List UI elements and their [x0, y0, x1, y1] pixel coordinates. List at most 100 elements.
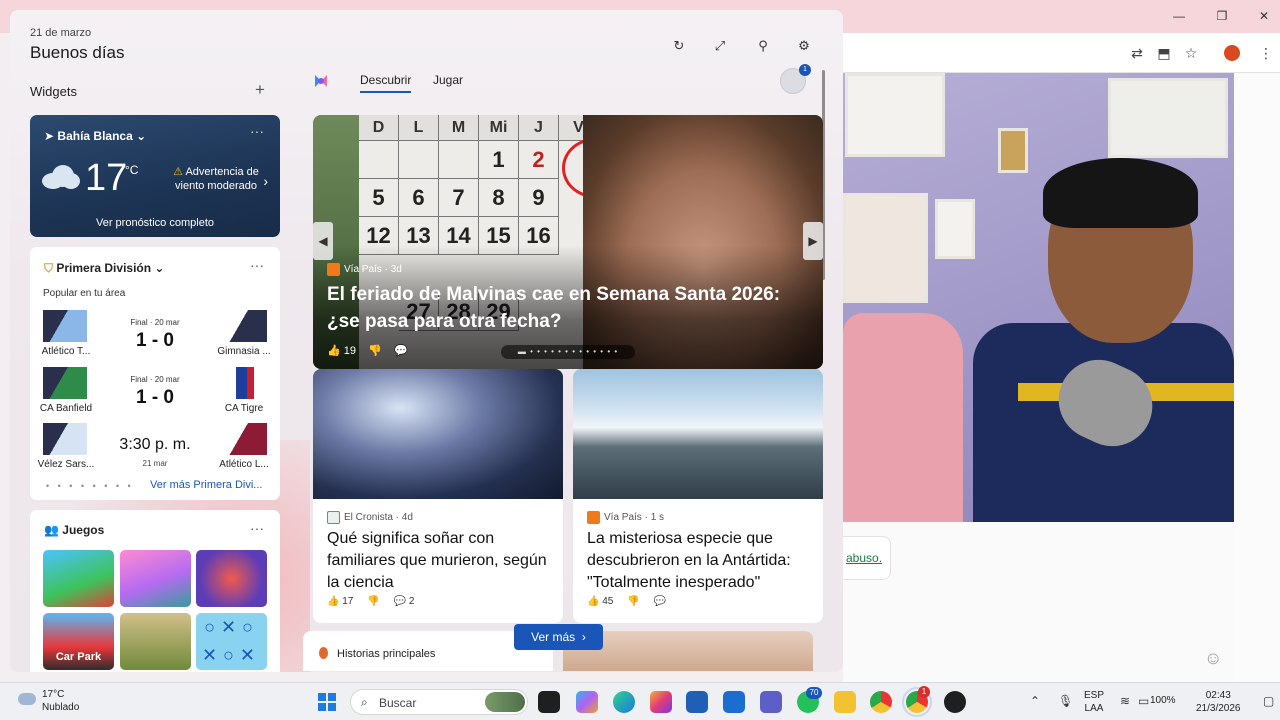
league-title[interactable]: ⛉ Primera División ⌄: [44, 261, 164, 276]
more-options-icon[interactable]: ···: [250, 123, 264, 139]
page-content: [843, 522, 1234, 682]
refresh-icon[interactable]: ↻: [670, 37, 688, 55]
home-team: Atlético T...: [41, 346, 91, 357]
edge-icon[interactable]: [613, 691, 635, 713]
match-score: 1 - 0: [135, 330, 175, 351]
minimize-button[interactable]: —: [1165, 9, 1193, 23]
previous-arrow-icon[interactable]: ◀: [313, 222, 333, 260]
emoji-icon[interactable]: ☺: [1204, 648, 1222, 669]
teams-icon[interactable]: [760, 691, 782, 713]
flame-icon: [319, 647, 328, 659]
match-row[interactable]: Vélez Sars... Atlético L... 3:30 p. m. 2…: [38, 423, 269, 471]
notifications-icon[interactable]: ▢: [1263, 694, 1274, 708]
install-icon[interactable]: ⬒: [1155, 44, 1173, 62]
wifi-icon[interactable]: ≋: [1120, 694, 1130, 708]
league-logo-icon: ⛉: [44, 261, 54, 275]
game-tile[interactable]: [120, 613, 191, 670]
match-time: 3:30 p. m.: [119, 436, 191, 453]
team-crest: [223, 367, 267, 399]
location-arrow-icon: ➤: [44, 129, 55, 143]
hero-source[interactable]: Vía País · 3d: [327, 263, 402, 276]
microphone-icon[interactable]: 🎙: [1058, 694, 1073, 708]
more-options-icon[interactable]: ···: [250, 520, 264, 536]
weather-alert[interactable]: ⚠ Advertencia de viento moderado: [166, 165, 266, 193]
profile-avatar[interactable]: [1224, 45, 1240, 61]
see-more-league-link[interactable]: Ver más Primera Divi...: [150, 479, 262, 491]
settings-gear-icon[interactable]: ⚙: [795, 37, 813, 55]
thumbs-down-icon[interactable]: 👎: [367, 596, 379, 607]
pin-icon[interactable]: ⚲: [754, 37, 772, 55]
source-logo-icon: [327, 511, 340, 524]
thumbs-up-icon[interactable]: 👍: [327, 596, 339, 607]
translate-icon[interactable]: ⇄: [1128, 44, 1146, 62]
thumbs-down-icon[interactable]: 👎: [368, 345, 382, 357]
news-card[interactable]: Vía País · 1 s La misteriosa especie que…: [573, 369, 823, 623]
comment-icon[interactable]: 💬: [654, 596, 666, 607]
abuse-link[interactable]: abuso.: [837, 536, 891, 580]
story-title[interactable]: Qué significa soñar con familiares que m…: [327, 528, 555, 594]
pagination-dots[interactable]: • • • • • • • •: [46, 481, 134, 491]
thumbs-down-icon[interactable]: 👎: [627, 596, 639, 607]
hero-title[interactable]: El feriado de Malvinas cae en Semana San…: [327, 281, 807, 335]
bookmark-star-icon[interactable]: ☆: [1182, 44, 1200, 62]
outlook-icon[interactable]: [723, 691, 745, 713]
chevron-down-icon: ⌄: [136, 129, 147, 143]
game-tile[interactable]: Car Park: [43, 613, 114, 670]
file-explorer-icon[interactable]: [834, 691, 856, 713]
show-hidden-icons[interactable]: ⌃: [1030, 694, 1040, 708]
widgets-label: Widgets: [30, 84, 77, 99]
thumbs-up-icon[interactable]: 👍: [587, 596, 599, 607]
news-card[interactable]: El Cronista · 4d Qué significa soñar con…: [313, 369, 563, 623]
team-crest: [43, 423, 87, 455]
battery-icon[interactable]: ▭: [1138, 694, 1149, 708]
chevron-down-icon: ⌄: [154, 261, 165, 275]
team-crest: [43, 310, 87, 342]
story-source[interactable]: El Cronista · 4d: [327, 511, 413, 524]
close-button[interactable]: ✕: [1250, 9, 1278, 23]
comment-icon[interactable]: 💬: [394, 345, 408, 357]
browser-menu-icon[interactable]: ⋮: [1257, 44, 1275, 62]
hero-reactions: 👍 19 👎 💬: [327, 345, 408, 357]
story-reactions: 👍 17 👎 💬 2: [327, 596, 415, 607]
chrome-icon[interactable]: [870, 691, 892, 713]
game-tile[interactable]: ○✕○ ✕○✕: [196, 613, 267, 670]
match-row[interactable]: Atlético T... Gimnasia ... Final · 20 ma…: [42, 310, 271, 358]
weather-card[interactable]: ➤ Bahía Blanca ⌄ ··· 17 °C ⚠ Advertencia…: [30, 115, 280, 237]
store-icon[interactable]: [686, 691, 708, 713]
carousel-dots[interactable]: ▬ • • • • • • • • • • • • •: [501, 345, 635, 359]
expand-icon[interactable]: ⤢: [711, 37, 729, 55]
language-indicator[interactable]: ESP LAA: [1084, 689, 1104, 715]
away-team: CA Tigre: [224, 403, 264, 414]
weather-location[interactable]: ➤ Bahía Blanca ⌄: [44, 129, 146, 143]
obs-icon[interactable]: [944, 691, 966, 713]
clock[interactable]: 02:43 21/3/2026: [1196, 689, 1241, 715]
instagram-icon[interactable]: [650, 691, 672, 713]
match-row[interactable]: CA Banfield CA Tigre Final · 20 mar 1 - …: [40, 367, 267, 415]
comment-icon[interactable]: 💬: [394, 596, 406, 607]
hero-story[interactable]: D L M Mi J V 1 2 5 6 7 8 9 12 13 14 15 1…: [313, 115, 823, 369]
more-options-icon[interactable]: ···: [250, 257, 264, 273]
match-status: Final · 20 mar: [130, 375, 180, 384]
game-tile[interactable]: [43, 550, 114, 607]
restore-button[interactable]: ❐: [1208, 9, 1236, 23]
forecast-link[interactable]: Ver pronóstico completo: [30, 217, 280, 229]
windows-start-icon[interactable]: [318, 693, 336, 711]
games-card: 👥 Juegos ··· Car Park ○✕○ ✕○✕: [30, 510, 280, 672]
story-reactions: 👍 45 👎 💬: [587, 596, 667, 607]
tab-discover[interactable]: Descubrir: [360, 73, 412, 93]
story-title[interactable]: La misteriosa especie que descubrieron e…: [587, 528, 815, 594]
copilot-icon[interactable]: [576, 691, 598, 713]
game-tile[interactable]: [196, 550, 267, 607]
taskbar-search[interactable]: ⌕ Buscar: [350, 689, 528, 715]
tab-play[interactable]: Jugar: [433, 73, 463, 87]
chevron-right-icon[interactable]: ›: [263, 173, 268, 189]
next-arrow-icon[interactable]: ▶: [803, 222, 823, 260]
webcam-video: [843, 73, 1234, 522]
story-source[interactable]: Vía País · 1 s: [587, 511, 664, 524]
thumbs-up-icon[interactable]: 👍: [327, 345, 341, 357]
see-more-button[interactable]: Ver más ›: [514, 624, 603, 650]
taskbar-weather[interactable]: 17°C Nublado: [42, 688, 79, 714]
game-tile[interactable]: [120, 550, 191, 607]
task-view-icon[interactable]: [538, 691, 560, 713]
add-widget-button[interactable]: +: [255, 80, 265, 100]
